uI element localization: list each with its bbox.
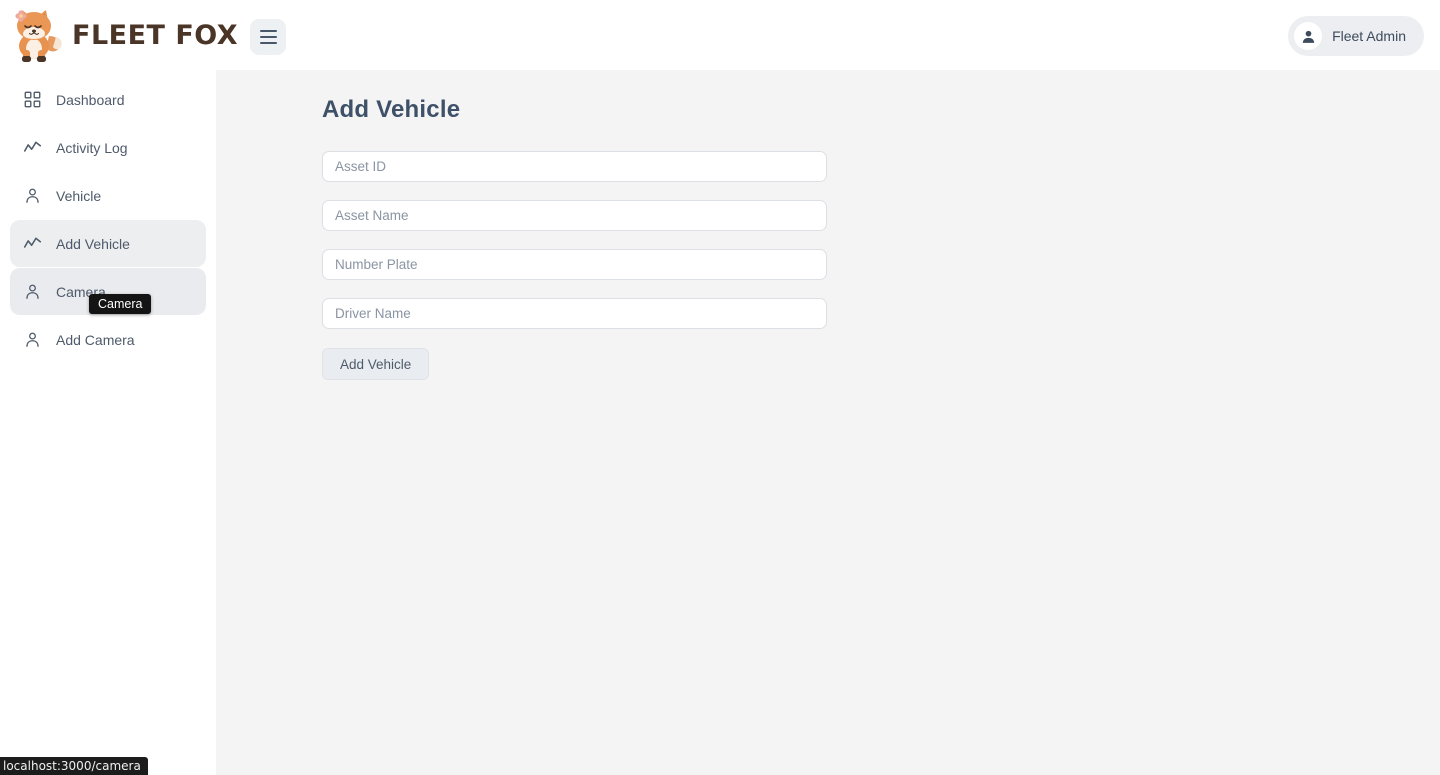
sidebar-item-label: Add Camera (56, 331, 135, 348)
asset-id-input[interactable] (322, 151, 827, 182)
sidebar-item-dashboard[interactable]: Dashboard (10, 76, 206, 123)
line-chart-icon (22, 138, 42, 158)
fox-logo-icon (15, 10, 62, 62)
person-filled-icon (1302, 30, 1314, 43)
person-outline-icon (22, 330, 42, 350)
sidebar-item-label: Activity Log (56, 139, 128, 156)
sidebar-item-vehicle[interactable]: Vehicle (10, 172, 206, 219)
sidebar-item-label: Add Vehicle (56, 235, 130, 252)
status-bar-url: localhost:3000/camera (0, 757, 148, 775)
app-header: FLEET FOX Fleet Admin (0, 0, 1440, 70)
sidebar-item-add-camera[interactable]: Add Camera (10, 316, 206, 363)
hamburger-bar (259, 36, 277, 38)
main-content: Add Vehicle Add Vehicle (216, 70, 1440, 775)
add-vehicle-submit-button[interactable]: Add Vehicle (322, 348, 430, 380)
add-vehicle-form: Add Vehicle (322, 151, 827, 380)
brand: FLEET FOX (8, 0, 238, 70)
sidebar-item-label: Dashboard (56, 91, 125, 108)
page-title: Add Vehicle (322, 96, 461, 123)
hamburger-bar (259, 30, 277, 32)
person-outline-icon (22, 186, 42, 206)
line-chart-icon (22, 234, 42, 254)
asset-name-input[interactable] (322, 200, 827, 231)
number-plate-input[interactable] (322, 249, 827, 280)
grid-dashboard-icon (22, 90, 42, 110)
user-menu[interactable]: Fleet Admin (1288, 16, 1424, 56)
sidebar: Dashboard Activity Log Vehicle Add Vehic… (0, 70, 216, 775)
avatar (1294, 22, 1323, 50)
hamburger-menu-icon[interactable] (250, 19, 286, 55)
brand-name: FLEET FOX (72, 19, 239, 51)
sidebar-item-activity-log[interactable]: Activity Log (10, 124, 206, 171)
person-outline-icon (22, 282, 42, 302)
user-name: Fleet Admin (1332, 28, 1406, 44)
hamburger-bar (259, 42, 277, 44)
app-root: FLEET FOX Fleet Admin Dashboard Activity… (0, 0, 1440, 775)
sidebar-item-label: Vehicle (56, 187, 102, 204)
driver-name-input[interactable] (322, 298, 827, 329)
sidebar-item-add-vehicle[interactable]: Add Vehicle (10, 220, 206, 267)
tooltip-camera: Camera (89, 294, 152, 314)
